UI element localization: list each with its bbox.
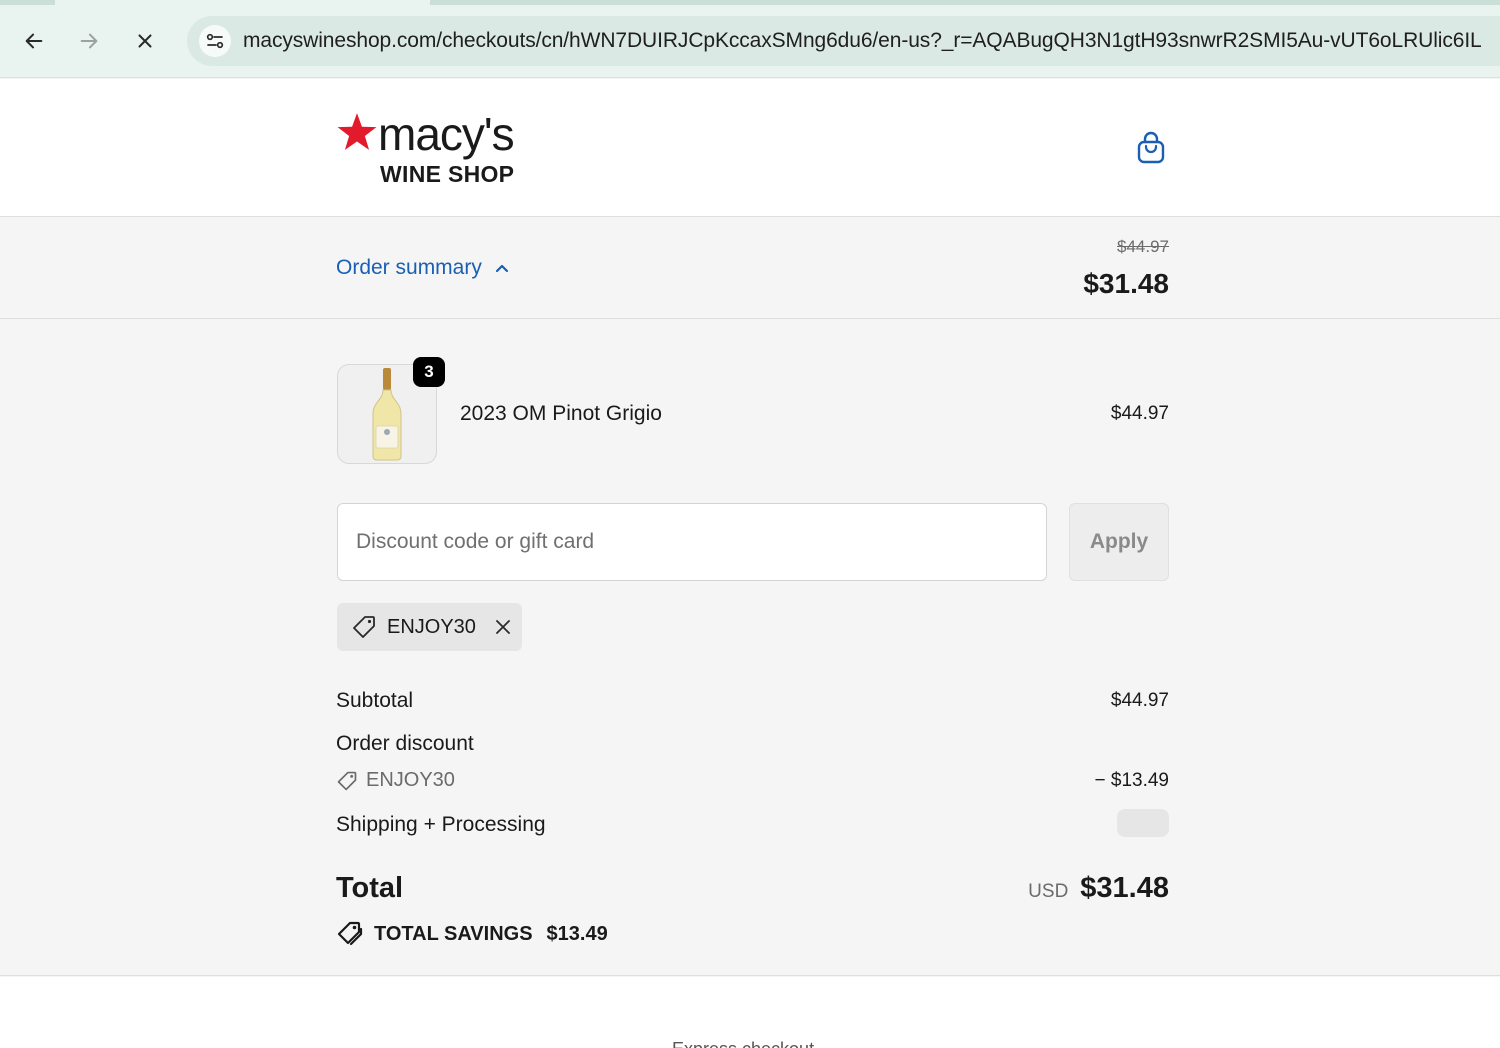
discount-code-input[interactable]	[337, 503, 1047, 581]
order-summary-label: Order summary	[336, 256, 482, 279]
subtotal-label: Subtotal	[336, 689, 414, 712]
total-label: Total	[336, 872, 404, 904]
chevron-up-icon	[495, 264, 508, 273]
remove-discount-button[interactable]	[492, 616, 514, 638]
total-savings-value: $13.49	[546, 922, 608, 945]
total-amount: $31.48	[1080, 872, 1169, 904]
order-discount-code: ENJOY30	[336, 769, 455, 792]
close-icon	[496, 620, 510, 634]
browser-toolbar: macyswineshop.com/checkouts/cn/hWN7DUIRJ…	[0, 0, 1500, 78]
shipping-label: Shipping + Processing	[336, 813, 546, 836]
applied-code-label: ENJOY30	[387, 615, 476, 638]
apply-discount-button[interactable]: Apply	[1069, 503, 1169, 581]
active-tab[interactable]	[55, 0, 430, 5]
close-icon	[138, 34, 152, 48]
tune-icon	[206, 33, 224, 49]
back-button[interactable]	[15, 22, 53, 60]
logo-subtitle: WINE SHOP	[380, 161, 515, 187]
tab-strip	[0, 0, 1500, 5]
site-info-button[interactable]	[199, 25, 231, 57]
order-summary-bar: Order summary $44.97 $31.48	[0, 218, 1500, 319]
applied-discount-chip: ENJOY30	[337, 603, 522, 651]
order-discount-label: Order discount	[336, 732, 474, 755]
logo-wordmark: macy's	[378, 108, 515, 160]
subtotal-value: $44.97	[1110, 690, 1169, 711]
total-currency: USD	[1028, 881, 1069, 902]
tags-icon	[337, 921, 363, 946]
arrow-right-icon	[80, 33, 98, 49]
quantity-badge: 3	[413, 357, 445, 387]
order-summary-toggle[interactable]: Order summary	[336, 256, 510, 280]
total-savings-label: TOTAL SAVINGS	[374, 922, 533, 945]
order-summary-panel: 3 2023 OM Pinot Grigio $44.97 Apply ENJO…	[0, 320, 1500, 976]
macys-wine-shop-logo[interactable]: macy's WINE SHOP	[336, 107, 516, 189]
store-header: macy's WINE SHOP	[0, 79, 1500, 217]
wine-bottle-icon	[372, 368, 402, 461]
arrow-left-icon	[25, 33, 43, 49]
cart-button[interactable]	[1131, 127, 1171, 169]
original-price: $44.97	[1117, 237, 1169, 256]
forward-button[interactable]	[70, 22, 108, 60]
stop-loading-button[interactable]	[126, 22, 164, 60]
express-checkout-heading: Express checkout	[672, 1039, 814, 1048]
url-text[interactable]: macyswineshop.com/checkouts/cn/hWN7DUIRJ…	[243, 29, 1482, 53]
tag-icon	[337, 771, 357, 790]
order-discount-code-label: ENJOY30	[366, 769, 455, 791]
order-discount-value: − $13.49	[1094, 770, 1170, 791]
star-icon	[337, 113, 377, 150]
total-amount-group: USD $31.48	[1028, 872, 1169, 905]
shipping-loading-placeholder	[1117, 809, 1169, 837]
total-savings: TOTAL SAVINGS $13.49	[336, 920, 608, 948]
tag-icon	[353, 616, 375, 638]
discounted-price: $31.48	[1083, 268, 1169, 299]
product-name: 2023 OM Pinot Grigio	[460, 402, 662, 425]
express-checkout-section: Express checkout	[0, 977, 1500, 1048]
address-bar[interactable]: macyswineshop.com/checkouts/cn/hWN7DUIRJ…	[187, 16, 1500, 66]
shopping-bag-icon	[1137, 131, 1165, 164]
product-price: $44.97	[1110, 403, 1169, 424]
